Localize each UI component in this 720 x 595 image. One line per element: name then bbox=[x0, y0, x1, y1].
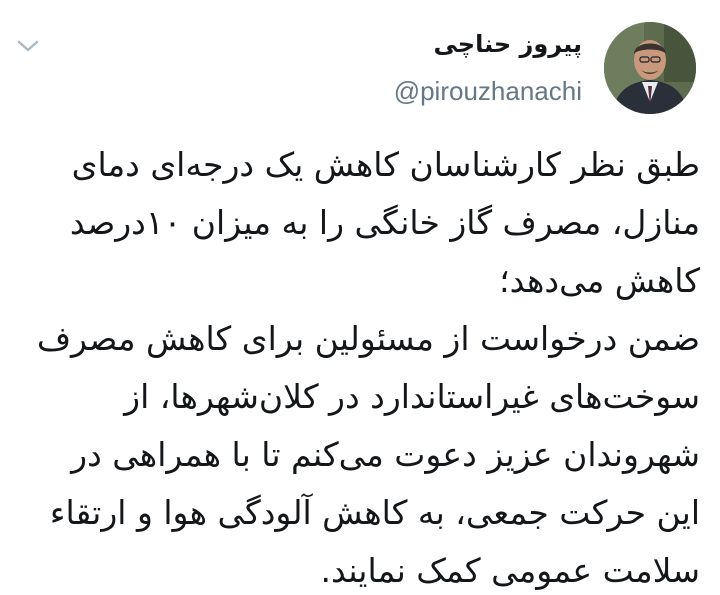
tweet-text-line: ضمن درخواست از مسئولین برای کاهش مصرف bbox=[36, 319, 700, 358]
tweet-text-line: منازل، مصرف گاز خانگی را به میزان ۱۰درصد bbox=[69, 203, 700, 242]
tweet-text-line: سلامت عمومی کمک نمایند. bbox=[320, 551, 700, 590]
tweet-text-line: این حرکت جمعی، به کاهش آلودگی هوا و ارتق… bbox=[49, 493, 700, 532]
tweet-text-line: سوخت‌های غیراستاندارد در کلان‌شهرها، از bbox=[124, 377, 700, 416]
tweet-text-line: کاهش می‌دهد؛ bbox=[499, 261, 700, 300]
chevron-down-icon[interactable] bbox=[14, 34, 42, 58]
tweet-text: طبق نظر کارشناسان کاهش یک درجه‌ای دمای م… bbox=[22, 136, 700, 595]
author-block: پیروز حناچی @pirouzhanachi bbox=[394, 26, 582, 108]
author-handle[interactable]: @pirouzhanachi bbox=[394, 74, 582, 108]
tweet-card: پیروز حناچی @pirouzhanachi طبق نظر کارشن… bbox=[0, 0, 720, 595]
tweet-text-line: طبق نظر کارشناسان کاهش یک درجه‌ای دمای bbox=[71, 145, 700, 184]
avatar[interactable] bbox=[604, 22, 696, 114]
tweet-text-line: شهروندان عزیز دعوت می‌کنم تا با همراهی د… bbox=[71, 435, 700, 474]
author-display-name[interactable]: پیروز حناچی bbox=[394, 26, 582, 62]
